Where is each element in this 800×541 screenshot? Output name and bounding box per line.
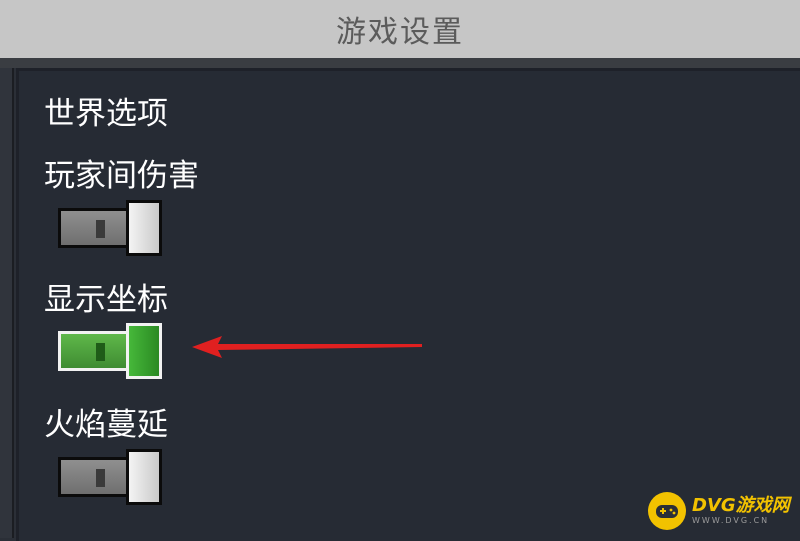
title-bar-shadow xyxy=(0,58,800,68)
option-label-fire-spreads: 火焰蔓延 xyxy=(44,407,168,443)
red-arrow-annotation xyxy=(192,336,422,358)
toggle-knob xyxy=(126,200,162,256)
watermark-text: DVG游戏网 xyxy=(692,495,790,516)
toggle-track xyxy=(58,331,132,371)
page-title: 游戏设置 xyxy=(336,15,464,50)
pvp-toggle[interactable] xyxy=(58,200,162,256)
gamepad-icon xyxy=(648,492,686,530)
toggle-indicator xyxy=(96,220,105,238)
option-label-show-coordinates: 显示坐标 xyxy=(44,282,168,318)
watermark: DVG游戏网 WWW.DVG.CN xyxy=(648,488,796,534)
watermark-url: WWW.DVG.CN xyxy=(692,516,770,525)
show-coordinates-toggle[interactable] xyxy=(58,323,162,379)
toggle-knob xyxy=(126,323,162,379)
toggle-indicator xyxy=(96,469,105,487)
category-sidebar-edge[interactable] xyxy=(0,68,14,538)
fire-spreads-toggle[interactable] xyxy=(58,449,162,505)
toggle-track xyxy=(58,208,132,248)
toggle-indicator xyxy=(96,343,105,361)
toggle-track xyxy=(58,457,132,497)
option-label-pvp: 玩家间伤害 xyxy=(44,158,199,194)
toggle-knob xyxy=(126,449,162,505)
title-bar: 游戏设置 xyxy=(0,0,800,58)
section-title-world-options: 世界选项 xyxy=(44,96,168,132)
